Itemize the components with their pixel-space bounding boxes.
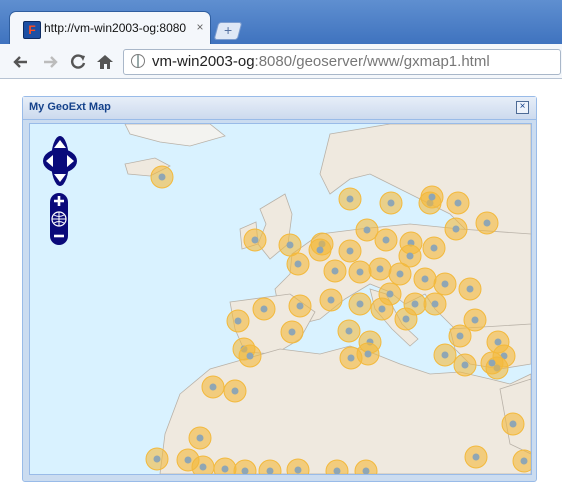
map-marker-center [296, 302, 304, 310]
map-marker-center [246, 352, 254, 360]
map-marker-center [466, 285, 474, 293]
map-marker-center [196, 434, 204, 442]
map-marker-center [396, 270, 404, 278]
plus-icon: + [224, 22, 233, 38]
map-marker-center [402, 315, 410, 323]
map-marker-center [347, 354, 355, 362]
back-button[interactable] [11, 52, 31, 72]
page-content: My GeoExt Map × [0, 79, 562, 504]
map-marker-center [376, 265, 384, 273]
map-marker-center [483, 219, 491, 227]
zoom-control[interactable] [49, 192, 69, 246]
map-marker-center [316, 246, 324, 254]
panel-close-button[interactable]: × [516, 101, 529, 114]
map-marker-center [454, 199, 462, 207]
forward-button[interactable] [40, 52, 60, 72]
browser-toolbar: vm-win2003-og:8080/geoserver/www/gxmap1.… [0, 44, 562, 79]
map-marker-center [286, 241, 294, 249]
home-button[interactable] [95, 52, 115, 72]
map-marker-center [158, 173, 166, 181]
map-marker-center [199, 463, 207, 471]
map-marker-center [471, 316, 479, 324]
map-marker-center [260, 305, 268, 313]
panel-title: My GeoExt Map [29, 101, 111, 113]
map-marker-center [221, 465, 229, 473]
map-marker-center [428, 193, 436, 201]
map-marker-center [327, 296, 335, 304]
url-text: vm-win2003-og:8080/geoserver/www/gxmap1.… [152, 53, 490, 70]
back-arrow-icon [13, 56, 27, 68]
map-marker-center [441, 280, 449, 288]
map-viewport[interactable] [29, 123, 532, 475]
map-panel: My GeoExt Map × [22, 96, 537, 482]
map-marker-center [406, 252, 414, 260]
url-host: vm-win2003-og [152, 53, 255, 70]
map-marker-center [346, 195, 354, 203]
panel-header: My GeoExt Map × [23, 97, 536, 120]
map-marker-center [345, 327, 353, 335]
pan-arrows-icon [43, 136, 77, 186]
map-canvas[interactable] [30, 124, 531, 474]
zoom-bar-icon [50, 193, 68, 245]
map-marker-center [441, 351, 449, 359]
map-marker-center [382, 236, 390, 244]
map-marker-center [209, 383, 217, 391]
forward-arrow-icon [44, 56, 58, 68]
map-marker-center [494, 338, 502, 346]
map-marker-center [363, 226, 371, 234]
map-marker-center [288, 328, 296, 336]
tab-title: http://vm-win2003-og:8080 [44, 21, 187, 35]
map-marker-center [356, 268, 364, 276]
map-marker-center [456, 332, 464, 340]
tab-close-button[interactable]: × [194, 21, 206, 33]
map-marker-center [153, 455, 161, 463]
map-marker-center [509, 420, 517, 428]
url-path: :8080/geoserver/www/gxmap1.html [254, 53, 490, 70]
map-marker-center [234, 317, 242, 325]
globe-icon [131, 54, 145, 68]
map-marker-center [452, 225, 460, 233]
map-marker-center [331, 267, 339, 275]
map-marker-center [488, 359, 496, 367]
map-marker-center [386, 290, 394, 298]
map-marker-center [378, 305, 386, 313]
reload-button[interactable] [68, 52, 88, 72]
map-marker-center [387, 199, 395, 207]
map-marker-center [430, 244, 438, 252]
favicon-icon: F [23, 21, 41, 39]
map-marker-center [294, 260, 302, 268]
map-marker-center [294, 466, 302, 474]
pan-control[interactable] [42, 134, 78, 188]
map-marker-center [411, 300, 419, 308]
map-marker-center [251, 236, 259, 244]
greenland-landmass [124, 124, 226, 147]
map-marker-center [461, 361, 469, 369]
map-marker-center [231, 387, 239, 395]
map-marker-center [346, 247, 354, 255]
browser-tab[interactable]: F http://vm-win2003-og:8080 × [10, 12, 210, 44]
address-bar[interactable]: vm-win2003-og:8080/geoserver/www/gxmap1.… [123, 49, 561, 75]
map-marker-center [472, 453, 480, 461]
map-marker-center [520, 457, 528, 465]
new-tab-button[interactable]: + [213, 22, 243, 40]
reload-icon [71, 54, 86, 69]
map-marker-center [364, 350, 372, 358]
map-marker-center [421, 275, 429, 283]
map-marker-center [184, 456, 192, 464]
map-marker-center [356, 300, 364, 308]
map-marker-center [431, 300, 439, 308]
home-icon [97, 55, 113, 69]
browser-tab-strip: F http://vm-win2003-og:8080 × + [0, 0, 562, 44]
